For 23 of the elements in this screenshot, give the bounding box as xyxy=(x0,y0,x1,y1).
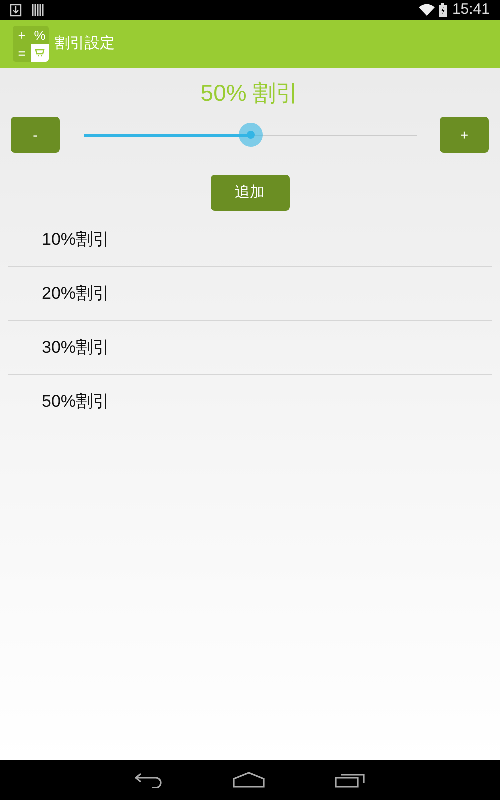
minus-button[interactable]: - xyxy=(11,117,60,153)
back-icon[interactable] xyxy=(135,772,163,788)
discount-item[interactable]: 50%割引 xyxy=(42,389,110,415)
recent-apps-icon[interactable] xyxy=(335,772,365,788)
download-icon xyxy=(10,4,22,16)
add-button[interactable]: 追加 xyxy=(210,175,290,211)
slider-thumb[interactable] xyxy=(238,123,262,147)
percent-symbol: % xyxy=(33,26,47,44)
discount-item[interactable]: 30%割引 xyxy=(42,334,110,360)
home-icon[interactable] xyxy=(233,772,265,788)
equals-symbol: = xyxy=(17,44,27,62)
barcode-icon xyxy=(32,4,44,16)
plus-button[interactable]: + xyxy=(440,117,489,153)
discount-item[interactable]: 20%割引 xyxy=(42,280,110,306)
wifi-icon xyxy=(419,4,436,16)
battery-icon xyxy=(439,3,448,17)
discount-label: 50% 割引 xyxy=(200,79,300,108)
discount-slider[interactable] xyxy=(84,123,417,147)
plus-symbol: + xyxy=(17,26,27,44)
discount-item[interactable]: 10%割引 xyxy=(42,226,110,252)
clock: 15:41 xyxy=(452,0,490,20)
app-title: 割引設定 xyxy=(55,34,115,54)
cart-icon xyxy=(35,48,45,58)
